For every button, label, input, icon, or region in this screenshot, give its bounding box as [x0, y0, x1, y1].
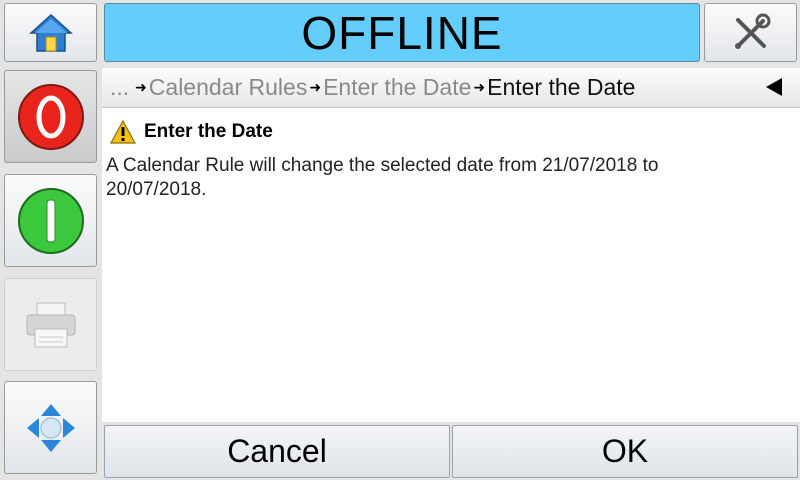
cancel-button[interactable]: Cancel	[104, 425, 450, 478]
breadcrumb-item-enter-date[interactable]: Enter the Date	[323, 74, 471, 101]
content-panel: ... ➜ Calendar Rules ➜ Enter the Date ➜ …	[102, 68, 800, 422]
tools-icon	[734, 13, 770, 49]
tools-button[interactable]	[704, 3, 797, 62]
cancel-label: Cancel	[227, 433, 327, 469]
stop-button[interactable]	[4, 70, 97, 163]
printer-icon	[26, 302, 75, 347]
breadcrumb-ellipsis[interactable]: ...	[110, 74, 129, 101]
status-bar: OFFLINE	[104, 3, 700, 62]
status-text: OFFLINE	[301, 6, 503, 59]
start-button[interactable]	[4, 174, 97, 267]
breadcrumb-item-calendar-rules[interactable]: Calendar Rules	[149, 74, 308, 101]
home-icon	[28, 13, 73, 52]
breadcrumb-arrow-icon: ➜	[309, 79, 322, 95]
breadcrumb-item-current: Enter the Date	[487, 74, 636, 100]
warning-icon	[110, 120, 136, 144]
ok-label: OK	[601, 433, 649, 469]
breadcrumb-arrow-icon: ➜	[473, 79, 486, 95]
navigation-button[interactable]	[4, 381, 97, 474]
message-body: A Calendar Rule will change the selected…	[106, 155, 659, 200]
ok-button[interactable]: OK	[452, 425, 798, 478]
home-button[interactable]	[4, 3, 97, 62]
navigation-icon	[26, 403, 75, 452]
start-icon	[17, 187, 84, 254]
print-button[interactable]	[4, 278, 97, 371]
stop-icon	[17, 83, 84, 150]
breadcrumb-arrow-icon: ➜	[131, 79, 147, 95]
message-title-text: Enter the Date	[144, 121, 273, 142]
breadcrumb: ... ➜ Calendar Rules ➜ Enter the Date ➜ …	[102, 68, 800, 108]
back-icon[interactable]	[766, 78, 782, 96]
message-title: Enter the Date	[110, 120, 273, 144]
